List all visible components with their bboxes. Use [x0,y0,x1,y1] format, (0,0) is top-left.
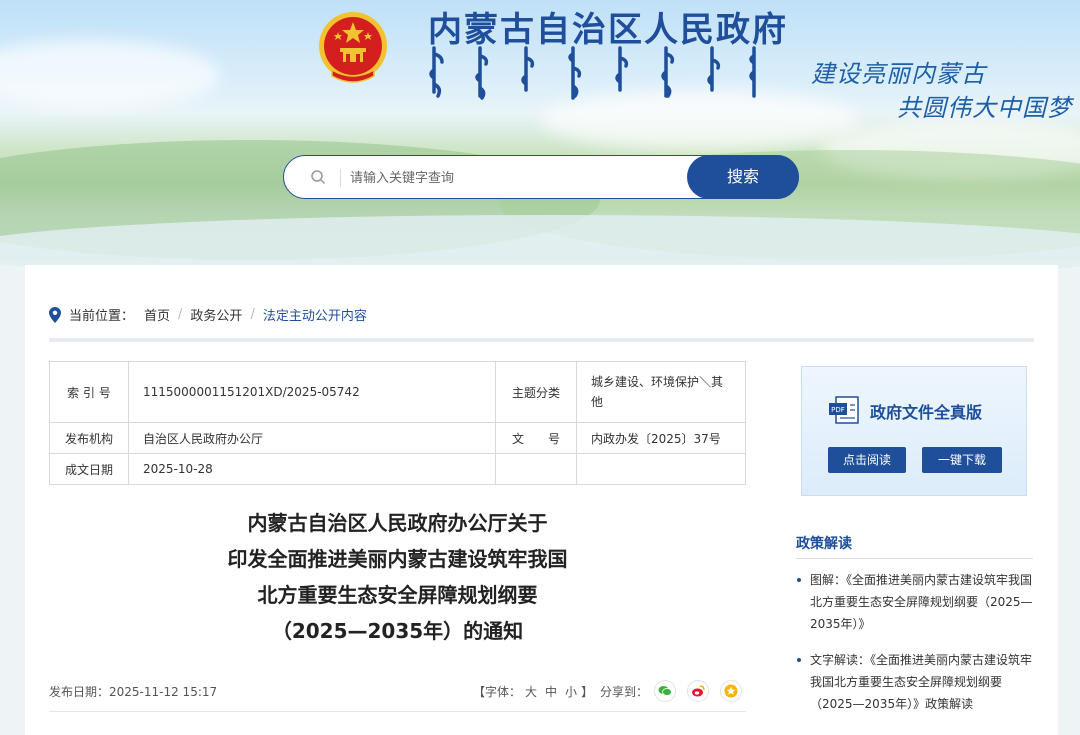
docno-label: 文 号 [495,422,577,454]
breadcrumb-home[interactable]: 首页 [144,305,170,324]
docno-value: 内政办发〔2025〕37号 [576,422,746,454]
slogan: 建设亮丽内蒙古 共圆伟大中国梦 [805,54,1071,134]
svg-text:PDF: PDF [831,406,845,414]
policy-interpretation-list: 图解：《全面推进美丽内蒙古建设筑牢我国北方重要生态安全屏障规划纲要（2025—2… [796,569,1036,729]
index-value: 1115000001151201XD/2025-05742 [128,361,496,423]
read-document-button[interactable]: 点击阅读 [828,447,906,473]
search-divider [340,169,341,187]
download-document-button[interactable]: 一键下载 [922,447,1002,473]
document-info-table: 索 引 号 1115000001151201XD/2025-05742 主题分类… [49,361,746,485]
search-bar: 搜索 [283,155,799,199]
share-label: 分享到： [600,685,649,699]
header-banner: 内蒙古自治区人民政府 建设亮丽内蒙古 共圆伟大中国梦 搜索 [0,0,1080,270]
publisher-label: 发布机构 [49,422,129,454]
search-input[interactable] [348,163,682,193]
pdf-icon: PDF [829,396,859,424]
share-favorite-button[interactable] [720,680,742,702]
favorite-icon [724,684,738,698]
breadcrumb-current[interactable]: 法定主动公开内容 [263,305,367,324]
policy-heading-divider [796,558,1033,559]
date-value: 2025-10-28 [128,453,496,485]
table-row: 成文日期 2025-10-28 [49,453,746,485]
topic-label: 主题分类 [495,361,577,423]
content-card: 当前位置： 首页 / 政务公开 / 法定主动公开内容 索 引 号 1115000… [25,265,1058,735]
breadcrumb-separator: / [178,307,183,322]
article-title-line: （2025—2035年）的通知 [271,619,524,643]
topic-value: 城乡建设、环境保护＼其他 [576,361,746,423]
article-title: 内蒙古自治区人民政府办公厅关于 印发全面推进美丽内蒙古建设筑牢我国 北方重要生态… [49,505,746,649]
font-size-controls: 【字体：大中小】 [473,683,593,700]
publisher-value: 自治区人民政府办公厅 [128,422,496,454]
pdf-panel-title: 政府文件全真版 [870,403,983,422]
share-wechat-button[interactable] [654,680,676,702]
cloud-decoration [0,40,220,110]
slogan-line-2: 共圆伟大中国梦 [897,94,1072,122]
article-title-line: 北方重要生态安全屏障规划纲要 [257,583,538,607]
index-label: 索 引 号 [49,361,129,423]
policy-item-infographic[interactable]: 图解：《全面推进美丽内蒙古建设筑牢我国北方重要生态安全屏障规划纲要（2025—2… [796,569,1036,635]
breadcrumb: 当前位置： 首页 / 政务公开 / 法定主动公开内容 [49,305,367,324]
search-button[interactable]: 搜索 [687,155,799,199]
article-title-line: 印发全面推进美丽内蒙古建设筑牢我国 [227,547,568,571]
official-document-panel: PDF 政府文件全真版 点击阅读 一键下载 [801,366,1027,496]
national-emblem-icon [319,12,387,83]
empty-cell [495,453,577,485]
breadcrumb-prefix: 当前位置： [69,309,135,324]
river-decoration [0,215,1080,270]
empty-cell [576,453,746,485]
breadcrumb-divider [49,338,1034,342]
font-suffix: 】 [581,685,594,699]
policy-item-text-interpretation[interactable]: 文字解读：《全面推进美丽内蒙古建设筑牢我国北方重要生态安全屏障规划纲要（2025… [796,649,1036,715]
share-weibo-button[interactable] [687,680,709,702]
location-pin-icon [49,306,61,323]
search-icon [311,170,326,185]
breadcrumb-gov-affairs[interactable]: 政务公开 [190,305,242,324]
slogan-line-1: 建设亮丽内蒙古 [811,60,986,88]
breadcrumb-separator: / [250,307,255,322]
font-large-button[interactable]: 大 [525,685,537,699]
article-toolbar: 发布日期：2025-11-12 15:17 【字体：大中小】 分享到： [49,677,746,707]
toolbar-divider [49,711,746,712]
article-title-line: 内蒙古自治区人民政府办公厅关于 [247,511,548,535]
publish-date: 发布日期：2025-11-12 15:17 [49,685,218,699]
table-row: 索 引 号 1115000001151201XD/2025-05742 主题分类… [49,361,746,423]
font-prefix: 【字体： [473,685,522,699]
weibo-icon [692,685,705,697]
font-medium-button[interactable]: 中 [545,685,557,699]
font-small-button[interactable]: 小 [565,685,577,699]
policy-interpretation-heading: 政策解读 [796,536,852,552]
mongolian-script-title [429,46,756,100]
date-label: 成文日期 [49,453,129,485]
wechat-icon [658,686,672,696]
table-row: 发布机构 自治区人民政府办公厅 文 号 内政办发〔2025〕37号 [49,422,746,454]
